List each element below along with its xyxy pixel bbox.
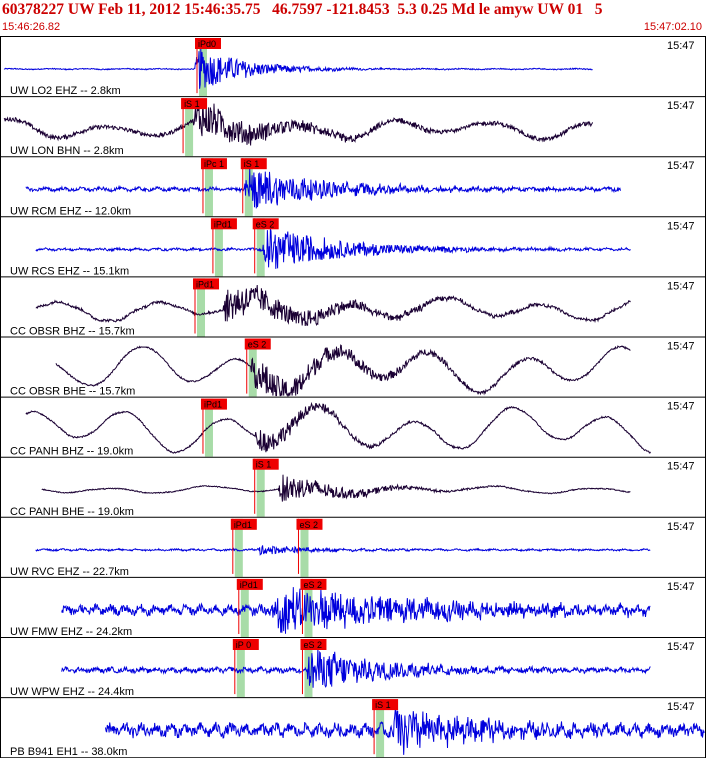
pick-label: iPd1: [196, 279, 214, 289]
station-label: PB B941 EH1 -- 38.0km: [10, 746, 127, 758]
panel-time-label: 15:47: [667, 341, 695, 353]
pick-label: iPd1: [240, 580, 258, 590]
waveform-trace: [35, 228, 631, 269]
waveform-trace: [35, 284, 631, 327]
station-label: CC PANH BHE -- 19.0km: [10, 506, 134, 518]
pick-label: eS 2: [248, 340, 267, 350]
panel-time-label: 15:47: [667, 160, 695, 172]
trace-panel: iS 1 UW LON BHN -- 2.8km 15:47: [0, 98, 706, 158]
seismogram-panels: iPd0 UW LO2 EHZ -- 2.8km 15:47 iS 1 UW LON B…: [0, 36, 706, 758]
trace-panel: iPd0 UW LO2 EHZ -- 2.8km 15:47: [0, 38, 706, 98]
trace-panel: iS 1 PB B941 EH1 -- 38.0km 15:47: [0, 699, 706, 758]
station-label: CC OBSR BHE -- 15.7km: [10, 386, 135, 398]
station-label: CC OBSR BHZ -- 15.7km: [10, 326, 135, 338]
panel-time-label: 15:47: [667, 401, 695, 413]
pick-label: iPd1: [214, 219, 232, 229]
panel-time-label: 15:47: [667, 100, 695, 112]
pick-label: iS 1: [244, 159, 260, 169]
pick-label: iPc 1: [204, 159, 224, 169]
pick-label: iS 1: [184, 99, 200, 109]
pick-label: iPd1: [234, 520, 252, 530]
trace-panel: iP 0 eS 2 UW WPW EHZ -- 24.4km 15:47: [0, 639, 706, 699]
waveform-trace: [25, 167, 621, 209]
station-label: UW RVC EHZ -- 22.7km: [10, 566, 129, 578]
panel-time-label: 15:47: [667, 40, 695, 52]
trace-panel: iPd1 CC PANH BHZ -- 19.0km 15:47: [0, 398, 706, 458]
trace-panel: iPd1 CC OBSR BHZ -- 15.7km 15:47: [0, 278, 706, 338]
waveform-trace: [61, 587, 651, 634]
panel-time-label: 15:47: [667, 461, 695, 473]
panel-time-label: 15:47: [667, 641, 695, 653]
station-label: CC PANH BHZ -- 19.0km: [10, 446, 133, 458]
panel-time-label: 15:47: [667, 521, 695, 533]
trace-panel: eS 2 CC OBSR BHE -- 15.7km 15:47: [0, 338, 706, 398]
waveform-trace: [3, 103, 594, 146]
pick-label: iS 1: [375, 700, 391, 710]
trace-panel: iPd1 eS 2 UW RCS EHZ -- 15.1km 15:47: [0, 218, 706, 278]
panel-time-label: 15:47: [667, 280, 695, 292]
trace-panel: iPd1 eS 2 UW RVC EHZ -- 22.7km 15:47: [0, 518, 706, 578]
station-label: UW WPW EHZ -- 24.4km: [10, 686, 134, 698]
pick-label: eS 2: [256, 219, 275, 229]
station-label: UW RCM EHZ -- 12.0km: [10, 205, 131, 217]
station-label: UW LON BHN -- 2.8km: [10, 145, 124, 157]
waveform-trace: [55, 344, 631, 397]
waveform-trace: [35, 545, 651, 556]
panel-time-label: 15:47: [667, 581, 695, 593]
pick-label: iPd1: [204, 400, 222, 410]
pick-label: iPd0: [198, 39, 216, 49]
pick-label: eS 2: [303, 640, 322, 650]
pick-label: iS 1: [256, 460, 272, 470]
trace-panel: iPd1 eS 2 UW FMW EHZ -- 24.2km 15:47: [0, 578, 706, 638]
trace-panel: iS 1 CC PANH BHE -- 19.0km 15:47: [0, 458, 706, 518]
station-label: UW FMW EHZ -- 24.2km: [10, 626, 132, 638]
waveform-trace: [61, 648, 651, 688]
pick-label: eS 2: [303, 580, 322, 590]
waveform-trace: [41, 474, 631, 502]
trace-panel: iPc 1 iS 1 UW RCM EHZ -- 12.0km 15:47: [0, 158, 706, 218]
panel-time-label: 15:47: [667, 701, 695, 713]
panel-time-label: 15:47: [667, 220, 695, 232]
pick-label: eS 2: [299, 520, 318, 530]
waveform-trace: [105, 708, 705, 755]
station-label: UW RCS EHZ -- 15.1km: [10, 265, 129, 277]
waveform-trace: [3, 48, 593, 89]
pick-label: iP 0: [236, 640, 251, 650]
station-label: UW LO2 EHZ -- 2.8km: [10, 85, 121, 97]
